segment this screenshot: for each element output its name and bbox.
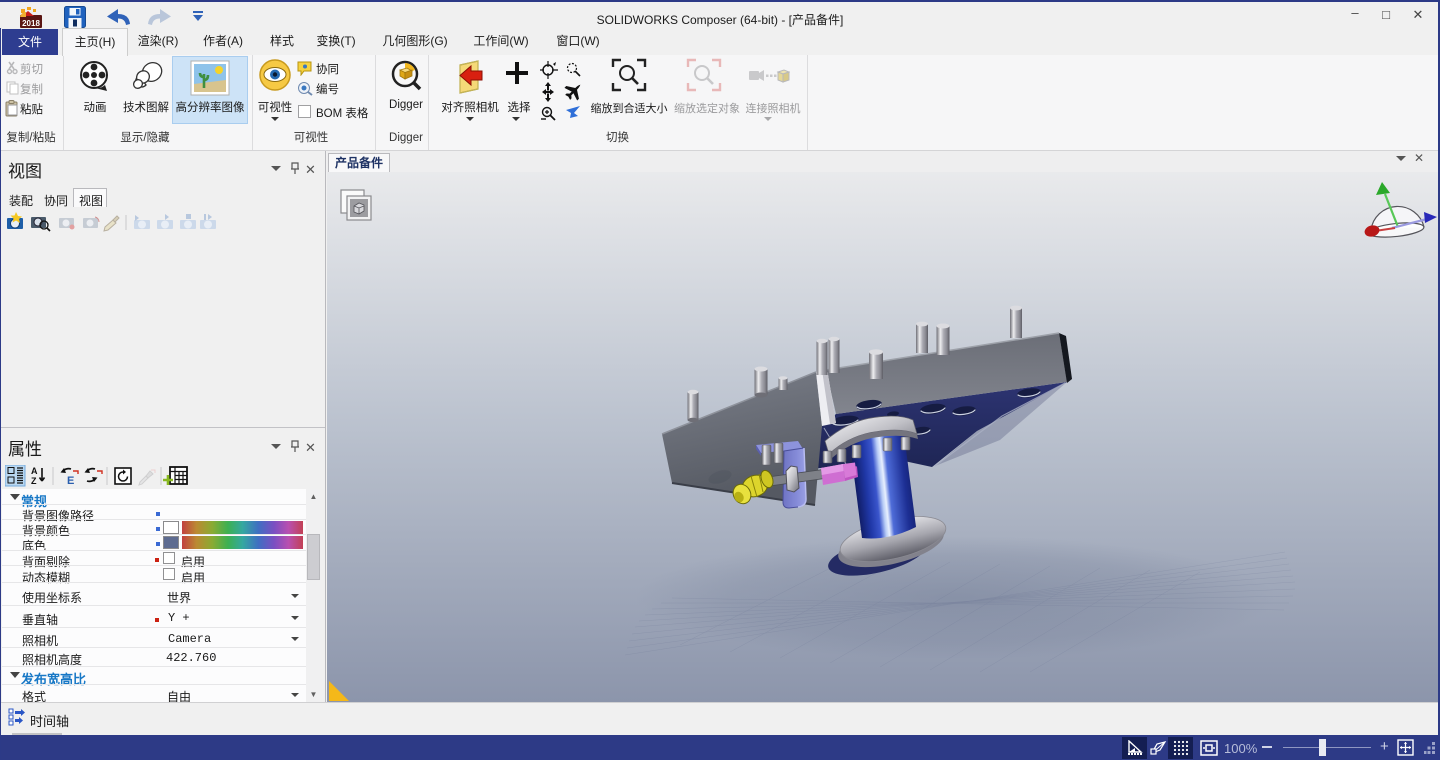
svg-text:Z: Z <box>31 476 37 486</box>
svg-text:E: E <box>67 475 74 487</box>
svg-text:A: A <box>31 466 38 476</box>
svg-text:2018: 2018 <box>22 19 40 28</box>
